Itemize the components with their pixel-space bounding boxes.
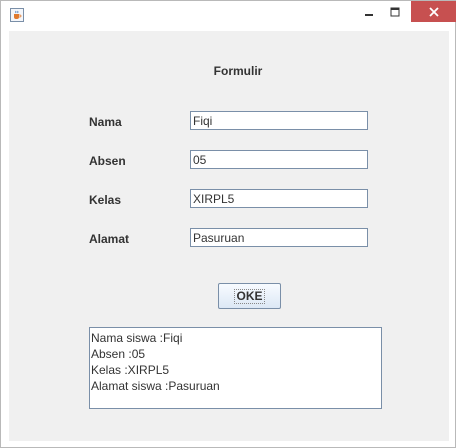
output-line: Nama siswa :Fiqi — [91, 331, 183, 345]
absen-input[interactable]: 05 — [190, 150, 368, 169]
output-line: Absen :05 — [91, 347, 146, 361]
nama-input[interactable]: Fiqi — [190, 111, 368, 130]
oke-button-label: OKE — [234, 288, 265, 304]
app-window: Formulir Nama Fiqi Absen 05 Kelas XIRPL5… — [0, 0, 456, 448]
title-bar[interactable] — [1, 1, 456, 30]
oke-button[interactable]: OKE — [218, 283, 281, 309]
form-title: Formulir — [213, 64, 263, 78]
minimize-icon — [365, 13, 373, 16]
java-coffee-icon[interactable] — [10, 8, 24, 22]
output-line: Alamat siswa :Pasuruan — [91, 379, 220, 393]
alamat-label: Alamat — [89, 232, 130, 246]
kelas-label: Kelas — [89, 193, 122, 207]
absen-label: Absen — [89, 154, 126, 168]
kelas-input[interactable]: XIRPL5 — [190, 189, 368, 208]
close-button[interactable] — [411, 1, 456, 22]
maximize-button[interactable] — [382, 1, 408, 22]
alamat-input[interactable]: Pasuruan — [190, 228, 368, 247]
nama-label: Nama — [89, 115, 122, 129]
output-textarea[interactable]: Nama siswa :Fiqi Absen :05 Kelas :XIRPL5… — [89, 327, 382, 409]
output-line: Kelas :XIRPL5 — [91, 363, 170, 377]
minimize-button[interactable] — [356, 1, 382, 22]
maximize-icon — [390, 7, 400, 16]
close-icon — [428, 6, 439, 17]
